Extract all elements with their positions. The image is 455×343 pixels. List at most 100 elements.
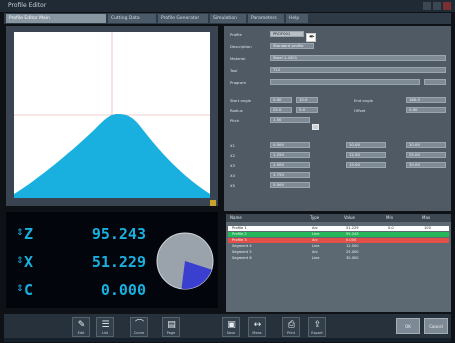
axis-arrows-icon: ⇕: [16, 228, 24, 238]
tool-list-button[interactable]: ☰ List: [96, 317, 114, 337]
start-angle-label: Start angle: [230, 98, 252, 103]
tool-caption: Curve: [133, 331, 145, 335]
profile-label: Profile: [230, 32, 242, 37]
export-icon: ⇪: [313, 320, 322, 330]
grid-cell[interactable]: 10.00: [346, 142, 386, 148]
profile-curve: [14, 114, 210, 198]
table-cell: 51.229: [346, 226, 359, 230]
table-cell: 30.000: [346, 256, 359, 260]
offset-field[interactable]: 0.00: [406, 107, 446, 113]
title-bar: Profile Editor: [0, 0, 455, 12]
pitch-toggle[interactable]: [312, 124, 319, 130]
grid-cell[interactable]: 25.00: [406, 152, 446, 158]
profile-graph[interactable]: [14, 32, 210, 198]
tool-caption: Edit: [77, 331, 85, 335]
ok-button[interactable]: OK: [396, 318, 420, 334]
cancel-button[interactable]: Cancel: [424, 318, 448, 334]
table-row[interactable]: Segment 5 Arc 25.000: [228, 250, 449, 255]
app-window: Profile Editor Profile Editor Main Cutti…: [0, 0, 455, 343]
tab-parameters[interactable]: Parameters: [248, 14, 284, 23]
end-angle-field[interactable]: 180.0: [406, 97, 446, 103]
close-icon[interactable]: [443, 2, 451, 10]
tool-print-button[interactable]: ⎙ Print: [282, 317, 300, 337]
table-row[interactable]: Profile 3 Arc 0.000: [228, 238, 449, 243]
table-cell: 100: [424, 226, 431, 230]
tool-edit-button[interactable]: ✎ Edit: [72, 317, 90, 337]
rotation-gauge: [156, 232, 214, 290]
col-header[interactable]: Value: [344, 214, 355, 222]
axis-arrows-icon: ⇕: [16, 256, 24, 266]
description-label: Description: [230, 44, 252, 49]
col-header[interactable]: Max: [422, 214, 430, 222]
tool-field[interactable]: T12: [270, 67, 446, 73]
tab-profile-generator[interactable]: Profile Generator: [158, 14, 208, 23]
grid-row-label: X5: [230, 183, 236, 188]
minimize-icon[interactable]: [423, 2, 431, 10]
graph-resize-handle[interactable]: [210, 200, 216, 206]
table-cell: Profile 3: [232, 238, 247, 242]
print-icon: ⎙: [287, 320, 296, 330]
table-row[interactable]: Profile 1 Arc 51.229 0.0 100: [228, 226, 449, 231]
tool-measure-button[interactable]: ↔ Meas: [248, 317, 266, 337]
tool-export-button[interactable]: ⇪ Export: [308, 317, 326, 337]
tab-help[interactable]: Help: [286, 14, 308, 23]
grid-cell[interactable]: 15.00: [346, 162, 386, 168]
tool-save-button[interactable]: ▣ Save: [222, 317, 240, 337]
tool-caption: Meas: [252, 331, 262, 335]
grid-cell[interactable]: 1.250: [270, 152, 310, 158]
radius-field[interactable]: 25.0: [270, 107, 292, 113]
program-field[interactable]: [270, 79, 420, 85]
profile-graph-svg: [14, 32, 210, 198]
grid-cell[interactable]: 3.750: [270, 172, 310, 178]
grid-row-label: X4: [230, 173, 236, 178]
table-row[interactable]: Profile 2 Line 95.243: [228, 232, 449, 237]
radius-label: Radius: [230, 108, 243, 113]
grid-row-label: X3: [230, 163, 236, 168]
tool-curve-button[interactable]: ⌒ Curve: [130, 317, 148, 337]
start-angle-field[interactable]: 0.00: [270, 97, 292, 103]
start-angle-step-field[interactable]: 10.0: [296, 97, 318, 103]
pen-icon[interactable]: ✒: [306, 33, 316, 42]
table-cell: Arc: [312, 238, 318, 242]
col-header[interactable]: Min: [386, 214, 393, 222]
profile-table: Name Type Value Min Max Profile 1 Arc 51…: [226, 214, 451, 312]
description-field[interactable]: Standard profile: [270, 43, 314, 49]
table-row[interactable]: Segment 4 Line 12.500: [228, 244, 449, 249]
program-extra-field[interactable]: [424, 79, 446, 85]
tool-caption: Page: [166, 331, 176, 335]
program-label: Program: [230, 80, 247, 85]
profile-field[interactable]: PROF001: [270, 31, 304, 37]
col-header[interactable]: Type: [310, 214, 319, 222]
col-header[interactable]: Name: [230, 214, 242, 222]
grid-cell[interactable]: 0.000: [270, 142, 310, 148]
table-cell: 12.500: [346, 244, 359, 248]
table-cell: Profile 2: [232, 232, 247, 236]
axis-arrows-icon: ⇕: [16, 284, 24, 294]
tab-cutting-data[interactable]: Cutting Data: [108, 14, 156, 23]
axis-label-z: Z: [24, 225, 34, 243]
material-field[interactable]: Steel 1.4301: [270, 55, 446, 61]
grid-cell[interactable]: 5.000: [270, 182, 310, 188]
table-row[interactable]: Segment 6 Line 30.000: [228, 256, 449, 261]
grid-cell[interactable]: 20.00: [406, 142, 446, 148]
grid-cell[interactable]: 12.50: [346, 152, 386, 158]
axis-row-x: ⇕ X 51.229: [16, 250, 146, 272]
tool-label: Tool: [230, 68, 238, 73]
pitch-field[interactable]: 1.50: [270, 117, 310, 123]
table-cell: 0.000: [346, 238, 357, 242]
tool-caption: List: [101, 331, 109, 335]
offset-label: Offset: [354, 108, 366, 113]
table-cell: Line: [312, 256, 320, 260]
table-cell: Line: [312, 232, 320, 236]
grid-cell[interactable]: 30.00: [406, 162, 446, 168]
table-cell: Arc: [312, 250, 318, 254]
table-header: Name Type Value Min Max: [226, 214, 451, 222]
table-cell: Arc: [312, 226, 318, 230]
table-cell: 25.000: [346, 250, 359, 254]
tool-page-button[interactable]: ▤ Page: [162, 317, 180, 337]
tab-profile-editor-main[interactable]: Profile Editor Main: [6, 14, 106, 23]
radius-step-field[interactable]: 5.0: [296, 107, 318, 113]
maximize-icon[interactable]: [433, 2, 441, 10]
tab-simulation[interactable]: Simulation: [210, 14, 246, 23]
grid-cell[interactable]: 2.500: [270, 162, 310, 168]
